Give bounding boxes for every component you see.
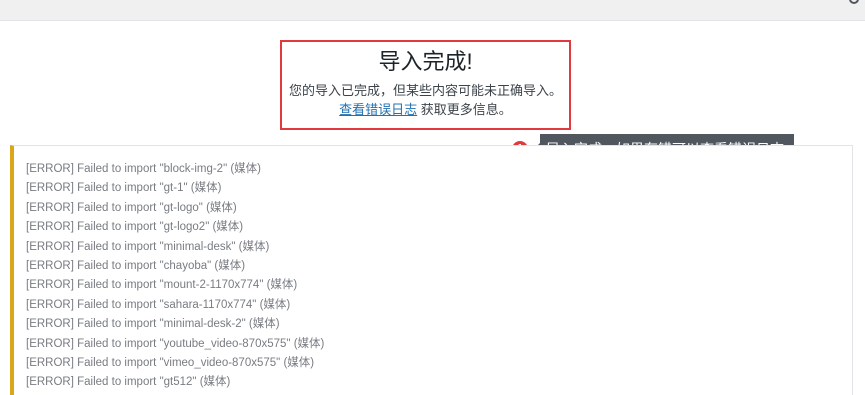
- import-complete-message: 您的导入已完成，但某些内容可能未正确导入。: [288, 83, 562, 98]
- error-log-line: [ERROR] Failed to import "gt-1" (媒体): [26, 182, 222, 195]
- error-log-line: [ERROR] Failed to import "minimal-desk" …: [26, 240, 270, 253]
- import-complete-notice: 导入完成! 您的导入已完成，但某些内容可能未正确导入。 查看错误日志 获取更多信…: [280, 40, 571, 130]
- error-log-line: [ERROR] Failed to import "gt512" (媒体): [26, 376, 231, 389]
- top-toolbar: [0, 0, 865, 21]
- error-log-line: [ERROR] Failed to import "gt-logo" (媒体): [26, 201, 237, 214]
- error-log-line: [ERROR] Failed to import "youtube_video-…: [26, 337, 325, 350]
- import-complete-title: 导入完成!: [378, 49, 473, 74]
- more-info-text: 获取更多信息。: [417, 102, 512, 117]
- error-log-line: [ERROR] Failed to import "gt-logo2" (媒体): [26, 221, 244, 234]
- error-log-panel: [ERROR] Failed to import "block-img-2" (…: [10, 145, 853, 395]
- error-log-line: [ERROR] Failed to import "vimeo_video-87…: [26, 357, 315, 370]
- help-icon[interactable]: [849, 0, 859, 4]
- view-error-log-link[interactable]: 查看错误日志: [339, 102, 417, 117]
- error-log-line: [ERROR] Failed to import "chayoba" (媒体): [26, 260, 246, 273]
- import-more-info: 查看错误日志 获取更多信息。: [282, 100, 569, 120]
- error-log-line: [ERROR] Failed to import "minimal-desk-2…: [26, 318, 280, 331]
- error-log-line: [ERROR] Failed to import "block-img-2" (…: [26, 163, 262, 175]
- error-log-line: [ERROR] Failed to import "sahara-1170x77…: [26, 298, 291, 311]
- error-log-line: [ERROR] Failed to import "mount-2-1170x7…: [26, 279, 298, 292]
- import-result-page: 导入完成! 您的导入已完成，但某些内容可能未正确导入。 查看错误日志 获取更多信…: [0, 0, 865, 395]
